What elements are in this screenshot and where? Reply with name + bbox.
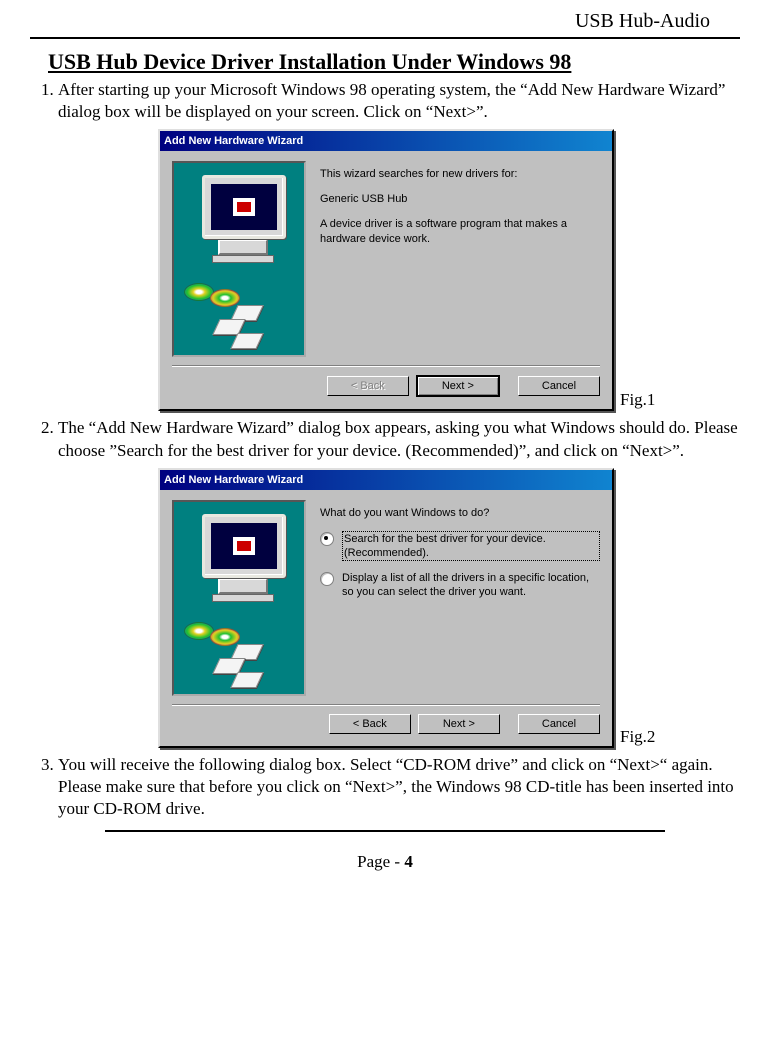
dialog1-device: Generic USB Hub [320,192,600,207]
disc-icon [210,628,240,646]
figure-2-label: Fig.2 [620,726,655,748]
dialog1-titlebar: Add New Hardware Wizard [160,131,612,151]
section-title: USB Hub Device Driver Installation Under… [48,49,740,75]
dialog1-illustration [172,161,306,357]
monitor-icon [202,514,284,602]
figure-1-label: Fig.1 [620,389,655,411]
dialog2-prompt: What do you want Windows to do? [320,506,600,521]
dialog1-line2: A device driver is a software program th… [320,217,600,247]
radio-icon [320,532,334,546]
page-footer: Page - 4 [0,852,770,892]
dialog-add-hw-1: Add New Hardware Wizard [158,129,614,411]
dialog2-illustration [172,500,306,696]
card-icon [230,672,263,688]
radio-label-1: Search for the best driver for your devi… [342,531,600,562]
step-3-text: You will receive the following dialog bo… [58,755,734,818]
radio-label-2: Display a list of all the drivers in a s… [342,571,600,600]
back-button: < Back [327,376,409,396]
dialog-add-hw-2: Add New Hardware Wizard [158,468,614,748]
dialog1-line1: This wizard searches for new drivers for… [320,167,600,182]
cancel-button[interactable]: Cancel [518,714,600,734]
radio-option-search[interactable]: Search for the best driver for your devi… [320,531,600,562]
disc-icon [210,289,240,307]
radio-icon [320,572,334,586]
next-button[interactable]: Next > [416,375,500,397]
step-2-text: The “Add New Hardware Wizard” dialog box… [58,418,738,459]
card-icon [230,333,263,349]
document-header: USB Hub-Audio [30,10,740,37]
step-2: The “Add New Hardware Wizard” dialog box… [58,417,740,747]
monitor-icon [202,175,284,263]
step-1-text: After starting up your Microsoft Windows… [58,80,725,121]
footer-prefix: Page - [357,852,404,871]
footer-rule [105,830,665,832]
next-button[interactable]: Next > [418,714,500,734]
header-rule [30,37,740,39]
radio-option-list[interactable]: Display a list of all the drivers in a s… [320,571,600,600]
footer-page-number: 4 [404,852,413,871]
step-3: You will receive the following dialog bo… [58,754,740,820]
dialog2-titlebar: Add New Hardware Wizard [160,470,612,490]
cancel-button[interactable]: Cancel [518,376,600,396]
step-1: After starting up your Microsoft Windows… [58,79,740,411]
back-button[interactable]: < Back [329,714,411,734]
